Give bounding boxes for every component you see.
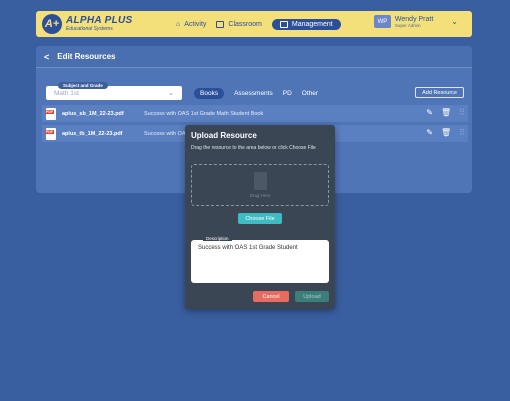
add-resource-button[interactable]: Add Resource <box>415 87 464 98</box>
subject-grade-value: Math 1st <box>54 89 79 97</box>
top-navigation-bar: A+ ALPHA PLUS Educational Systems ⌂ Acti… <box>36 11 472 37</box>
edit-icon[interactable]: ✎ <box>426 128 433 137</box>
file-name: aplus_tb_1M_22-23.pdf <box>62 130 123 137</box>
tab-books[interactable]: Books <box>194 87 225 99</box>
trash-icon[interactable]: 🗑 <box>441 128 451 137</box>
back-arrow-icon[interactable]: < <box>44 52 49 62</box>
description-label: Description <box>203 236 232 241</box>
user-menu[interactable]: WP Wendy Pratt Super Admin ⌄ <box>373 15 458 28</box>
edit-icon[interactable]: ✎ <box>426 108 433 117</box>
document-icon <box>253 172 267 190</box>
modal-title: Upload Resource <box>191 131 257 140</box>
cancel-button[interactable]: Cancel <box>253 291 289 302</box>
pdf-file-icon <box>45 127 56 140</box>
drag-handle-icon[interactable]: ⠿ <box>459 108 465 117</box>
tab-pd[interactable]: PD <box>283 90 292 97</box>
chevron-down-icon[interactable]: ⌄ <box>451 17 458 26</box>
pdf-file-icon <box>45 107 56 120</box>
modal-instructions: Drag the resource to the area below or c… <box>191 145 316 151</box>
file-name: aplus_sb_1M_22-23.pdf <box>62 110 124 117</box>
nav-classroom-label: Classroom <box>228 20 262 28</box>
description-field[interactable]: Success with OAS 1st Grade Student <box>191 240 329 283</box>
logo-mark: A+ <box>42 14 62 34</box>
subject-grade-label: Subject and Grade <box>58 82 108 89</box>
upload-button[interactable]: Upload <box>295 291 329 302</box>
file-description: Success with OAS 1st Grade Math Student … <box>144 110 264 117</box>
upload-resource-modal: Upload Resource Drag the resource to the… <box>185 125 335 309</box>
tab-other[interactable]: Other <box>302 90 318 97</box>
management-icon <box>279 20 288 28</box>
resource-tabs: Books Assessments PD Other <box>194 86 318 100</box>
file-drop-zone[interactable]: Drag Here <box>191 164 329 206</box>
page-title: Edit Resources <box>57 52 116 61</box>
home-icon: ⌂ <box>176 20 181 28</box>
nav-activity-label: Activity <box>184 20 207 28</box>
main-nav: ⌂ Activity Classroom Management <box>176 11 341 37</box>
classroom-icon <box>216 20 225 28</box>
tab-assessments[interactable]: Assessments <box>234 90 273 97</box>
logo-subtitle: Educational Systems <box>66 26 113 32</box>
logo[interactable]: A+ ALPHA PLUS Educational Systems <box>42 14 133 34</box>
trash-icon[interactable]: 🗑 <box>441 108 451 117</box>
user-role: Super Admin <box>394 22 421 28</box>
avatar: WP <box>373 15 391 28</box>
nav-activity[interactable]: ⌂ Activity <box>176 21 206 28</box>
choose-file-button[interactable]: Choose File <box>238 213 282 224</box>
nav-management-label: Management <box>291 20 333 28</box>
panel-header: < Edit Resources <box>36 46 472 68</box>
filter-row: Subject and Grade Math 1st ⌄ Books Asses… <box>46 82 466 101</box>
nav-management[interactable]: Management <box>271 18 341 30</box>
nav-classroom[interactable]: Classroom <box>216 20 262 28</box>
list-item[interactable]: aplus_sb_1M_22-23.pdf Success with OAS 1… <box>42 105 468 122</box>
logo-title: ALPHA PLUS <box>66 15 133 26</box>
drag-handle-icon[interactable]: ⠿ <box>459 128 465 137</box>
chevron-down-icon: ⌄ <box>168 90 174 97</box>
user-name: Wendy Pratt <box>394 15 434 23</box>
drop-label: Drag Here <box>249 193 271 198</box>
